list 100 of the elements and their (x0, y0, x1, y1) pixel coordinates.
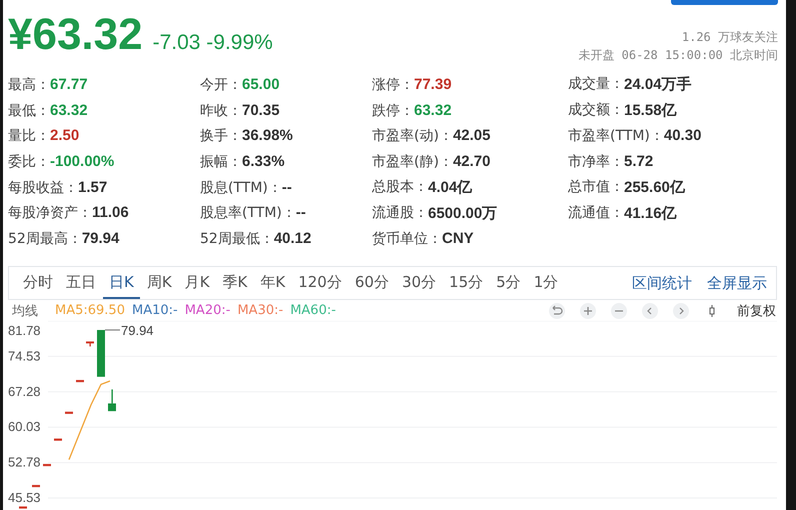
period-tab[interactable]: 15分 (443, 267, 490, 299)
stat-value: 63.32 (414, 102, 452, 120)
toolbar-link[interactable]: 全屏显示 (707, 267, 767, 299)
ma-value: MA5:69.50 (55, 303, 125, 318)
stat-label: 市净率： (568, 152, 624, 171)
chevron-left-icon[interactable] (642, 302, 658, 318)
axis-label: 45.53 (8, 490, 41, 505)
period-tab[interactable]: 1分 (528, 267, 564, 299)
stat-label: 每股净资产： (8, 204, 92, 222)
period-tab[interactable]: 120分 (292, 267, 348, 299)
stat-label: 市盈率(动)： (372, 127, 453, 146)
period-tab[interactable]: 年K (254, 267, 292, 299)
price-change: -7.03 -9.99% (152, 31, 273, 55)
stat-value: -- (282, 178, 292, 197)
stat-value: 67.77 (50, 76, 88, 94)
stat-label: 总市值： (568, 178, 624, 198)
stat-label: 市盈率(TTM)： (568, 127, 664, 146)
candle (19, 506, 27, 509)
stat-label: 换手： (200, 127, 242, 146)
stat-value: 42.70 (452, 152, 490, 171)
stat-label: 流通股： (372, 204, 428, 223)
axis-label: 74.53 (8, 348, 41, 364)
period-tab[interactable]: 日K (103, 267, 140, 299)
ma-value: MA60:- (290, 303, 336, 318)
stat-label: 货币单位： (372, 230, 442, 248)
candle (108, 389, 116, 412)
ma-value: MA20:- (184, 303, 230, 318)
stat-value: 5.72 (624, 152, 654, 171)
stock-price: ¥63.32 (8, 10, 143, 60)
period-tab[interactable]: 月K (178, 267, 216, 299)
market-status: 未开盘 06-28 15:00:00 北京时间 (578, 47, 778, 64)
stat-value: 70.35 (242, 102, 280, 120)
stat-value: 79.94 (82, 230, 120, 248)
stat-value: 255.60亿 (624, 178, 685, 198)
period-tab[interactable]: 30分 (396, 267, 442, 299)
stat-value: 63.32 (50, 102, 88, 120)
stat-label: 跌停： (372, 102, 414, 120)
candle (86, 341, 94, 346)
reset-icon[interactable] (549, 302, 565, 318)
stat-label: 每股收益： (8, 178, 78, 197)
stat-value: 77.39 (414, 76, 452, 94)
period-tab[interactable]: 分时 (17, 267, 59, 299)
stat-label: 市盈率(静)： (372, 152, 453, 171)
zoom-out-icon[interactable] (611, 302, 627, 318)
stat-label: 流通值： (568, 204, 624, 223)
stat-value: 40.30 (664, 127, 702, 146)
stat-value: 24.04万手 (624, 75, 692, 94)
candle (54, 438, 62, 441)
stat-value: 4.04亿 (428, 178, 472, 198)
period-tab[interactable]: 周K (140, 267, 178, 299)
stat-label: 股息(TTM)： (200, 178, 282, 197)
ma-label: 均线 (12, 302, 38, 320)
stat-label: 52周最低： (200, 230, 274, 248)
period-tab[interactable]: 季K (216, 267, 254, 299)
stat-label: 委比： (8, 152, 50, 171)
stat-label: 振幅： (200, 152, 242, 171)
stat-label: 总股本： (372, 178, 428, 198)
zoom-in-icon[interactable] (580, 302, 596, 318)
stat-value: 36.98% (242, 127, 293, 146)
stat-label: 量比： (8, 127, 50, 146)
leader-line (104, 329, 120, 330)
ma-value: MA10:- (132, 303, 178, 318)
stat-value: -100.00% (50, 152, 114, 171)
stat-label: 52周最高： (8, 230, 82, 248)
adjust-toggle[interactable]: 前复权 (737, 302, 776, 320)
stat-value: CNY (442, 230, 474, 248)
period-tab[interactable]: 60分 (348, 267, 395, 299)
stat-label: 今开： (200, 76, 242, 94)
axis-label: 52.78 (8, 454, 41, 470)
stat-value: 15.58亿 (624, 101, 677, 120)
stat-label: 最高： (8, 76, 50, 94)
stat-value: 11.06 (92, 204, 129, 222)
axis-label: 81.78 (8, 323, 41, 338)
follower-count: 1.26 万球友关注 (682, 29, 778, 46)
period-tab[interactable]: 五日 (60, 267, 102, 299)
stat-value: 40.12 (274, 230, 312, 248)
stat-value: 41.16亿 (624, 204, 677, 223)
stat-value: 65.00 (242, 76, 280, 94)
chevron-right-icon[interactable] (673, 302, 689, 318)
stat-label: 成交量： (568, 75, 624, 94)
candle (43, 464, 51, 466)
axis-label: 67.28 (8, 384, 41, 399)
stat-value: 1.57 (78, 178, 108, 197)
high-price-label: 79.94 (121, 322, 154, 338)
stat-label: 最低： (8, 102, 50, 120)
stat-value: 42.05 (452, 127, 490, 146)
stat-value: 2.50 (50, 127, 80, 146)
stat-value: -- (296, 204, 306, 222)
axis-label: 60.03 (8, 419, 41, 434)
stat-label: 成交额： (568, 101, 624, 120)
stat-value: 6500.00万 (428, 204, 498, 223)
candle (97, 330, 105, 377)
candle (32, 484, 40, 488)
stat-value: 6.33% (242, 152, 285, 171)
period-tab[interactable]: 5分 (490, 267, 527, 299)
stat-label: 涨停： (372, 76, 414, 94)
toolbar-link[interactable]: 区间统计 (632, 267, 692, 299)
stat-label: 股息率(TTM)： (200, 204, 296, 222)
candle (65, 412, 73, 414)
ma-value: MA30:- (237, 303, 284, 318)
